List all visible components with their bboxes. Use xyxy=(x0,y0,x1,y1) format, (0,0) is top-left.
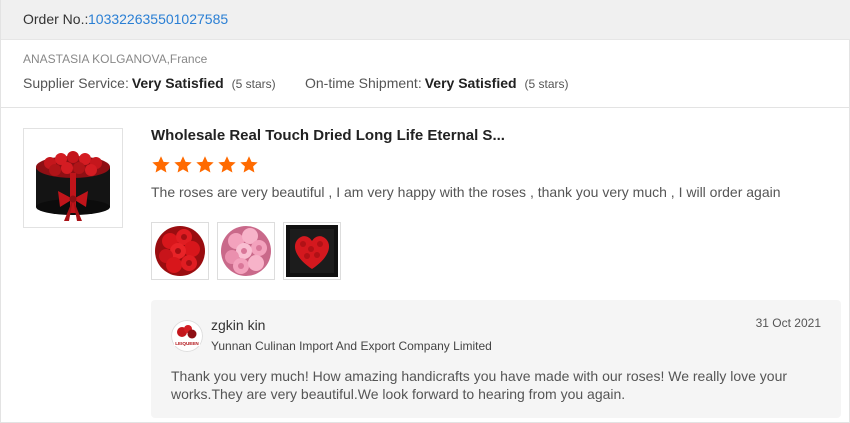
supplier-service-rating: Supplier Service: Very Satisfied (5 stars) xyxy=(23,75,276,91)
product-title-link[interactable]: Wholesale Real Touch Dried Long Life Ete… xyxy=(151,127,505,144)
star-icon xyxy=(152,156,170,173)
rating-value: Very Satisfied xyxy=(131,75,224,91)
seller-logo: LEIQUEEN xyxy=(171,320,203,352)
shipment-rating: On-time Shipment: Very Satisfied (5 stars) xyxy=(305,75,569,91)
star-icon xyxy=(240,156,258,173)
review-photo-red-roses[interactable] xyxy=(151,222,209,280)
reply-text: Thank you very much! How amazing handicr… xyxy=(171,368,788,402)
rating-label: Supplier Service: xyxy=(23,75,129,91)
seller-reply: LEIQUEEN zgkin kin Yunnan Culinan Import… xyxy=(151,300,841,418)
red-rose-ball-image xyxy=(155,226,205,276)
order-number-link[interactable]: 103322635501027585 xyxy=(88,11,228,27)
review-photo-pink-roses[interactable] xyxy=(217,222,275,280)
order-header: Order No.: 103322635501027585 xyxy=(1,0,850,40)
rating-stars-text: (5 stars) xyxy=(524,77,569,91)
product-thumbnail[interactable] xyxy=(23,128,123,228)
divider xyxy=(1,107,850,108)
seller-company: Yunnan Culinan Import And Export Company… xyxy=(211,339,492,353)
review-photo-heart-frame[interactable] xyxy=(283,222,341,280)
rating-label: On-time Shipment: xyxy=(305,75,422,91)
seller-name: zgkin kin xyxy=(211,317,266,333)
rose-box-image xyxy=(36,151,110,221)
rating-stars-text: (5 stars) xyxy=(231,77,276,91)
pink-rose-ball-image xyxy=(221,226,271,276)
seller-logo-text: LEIQUEEN xyxy=(175,341,199,346)
review-card: Order No.: 103322635501027585 ANASTASIA … xyxy=(0,0,850,423)
review-text: The roses are very beautiful , I am very… xyxy=(151,184,781,200)
reply-date: 31 Oct 2021 xyxy=(755,316,821,330)
star-icon xyxy=(218,156,236,173)
star-icon xyxy=(174,156,192,173)
red-rose-heart-frame-image xyxy=(286,225,338,277)
seller-avatar: LEIQUEEN xyxy=(171,320,203,352)
star-rating xyxy=(151,155,259,177)
order-label: Order No.: xyxy=(23,11,89,27)
star-icon xyxy=(196,156,214,173)
rating-value: Very Satisfied xyxy=(424,75,517,91)
buyer-name: ANASTASIA KOLGANOVA,France xyxy=(23,52,208,66)
